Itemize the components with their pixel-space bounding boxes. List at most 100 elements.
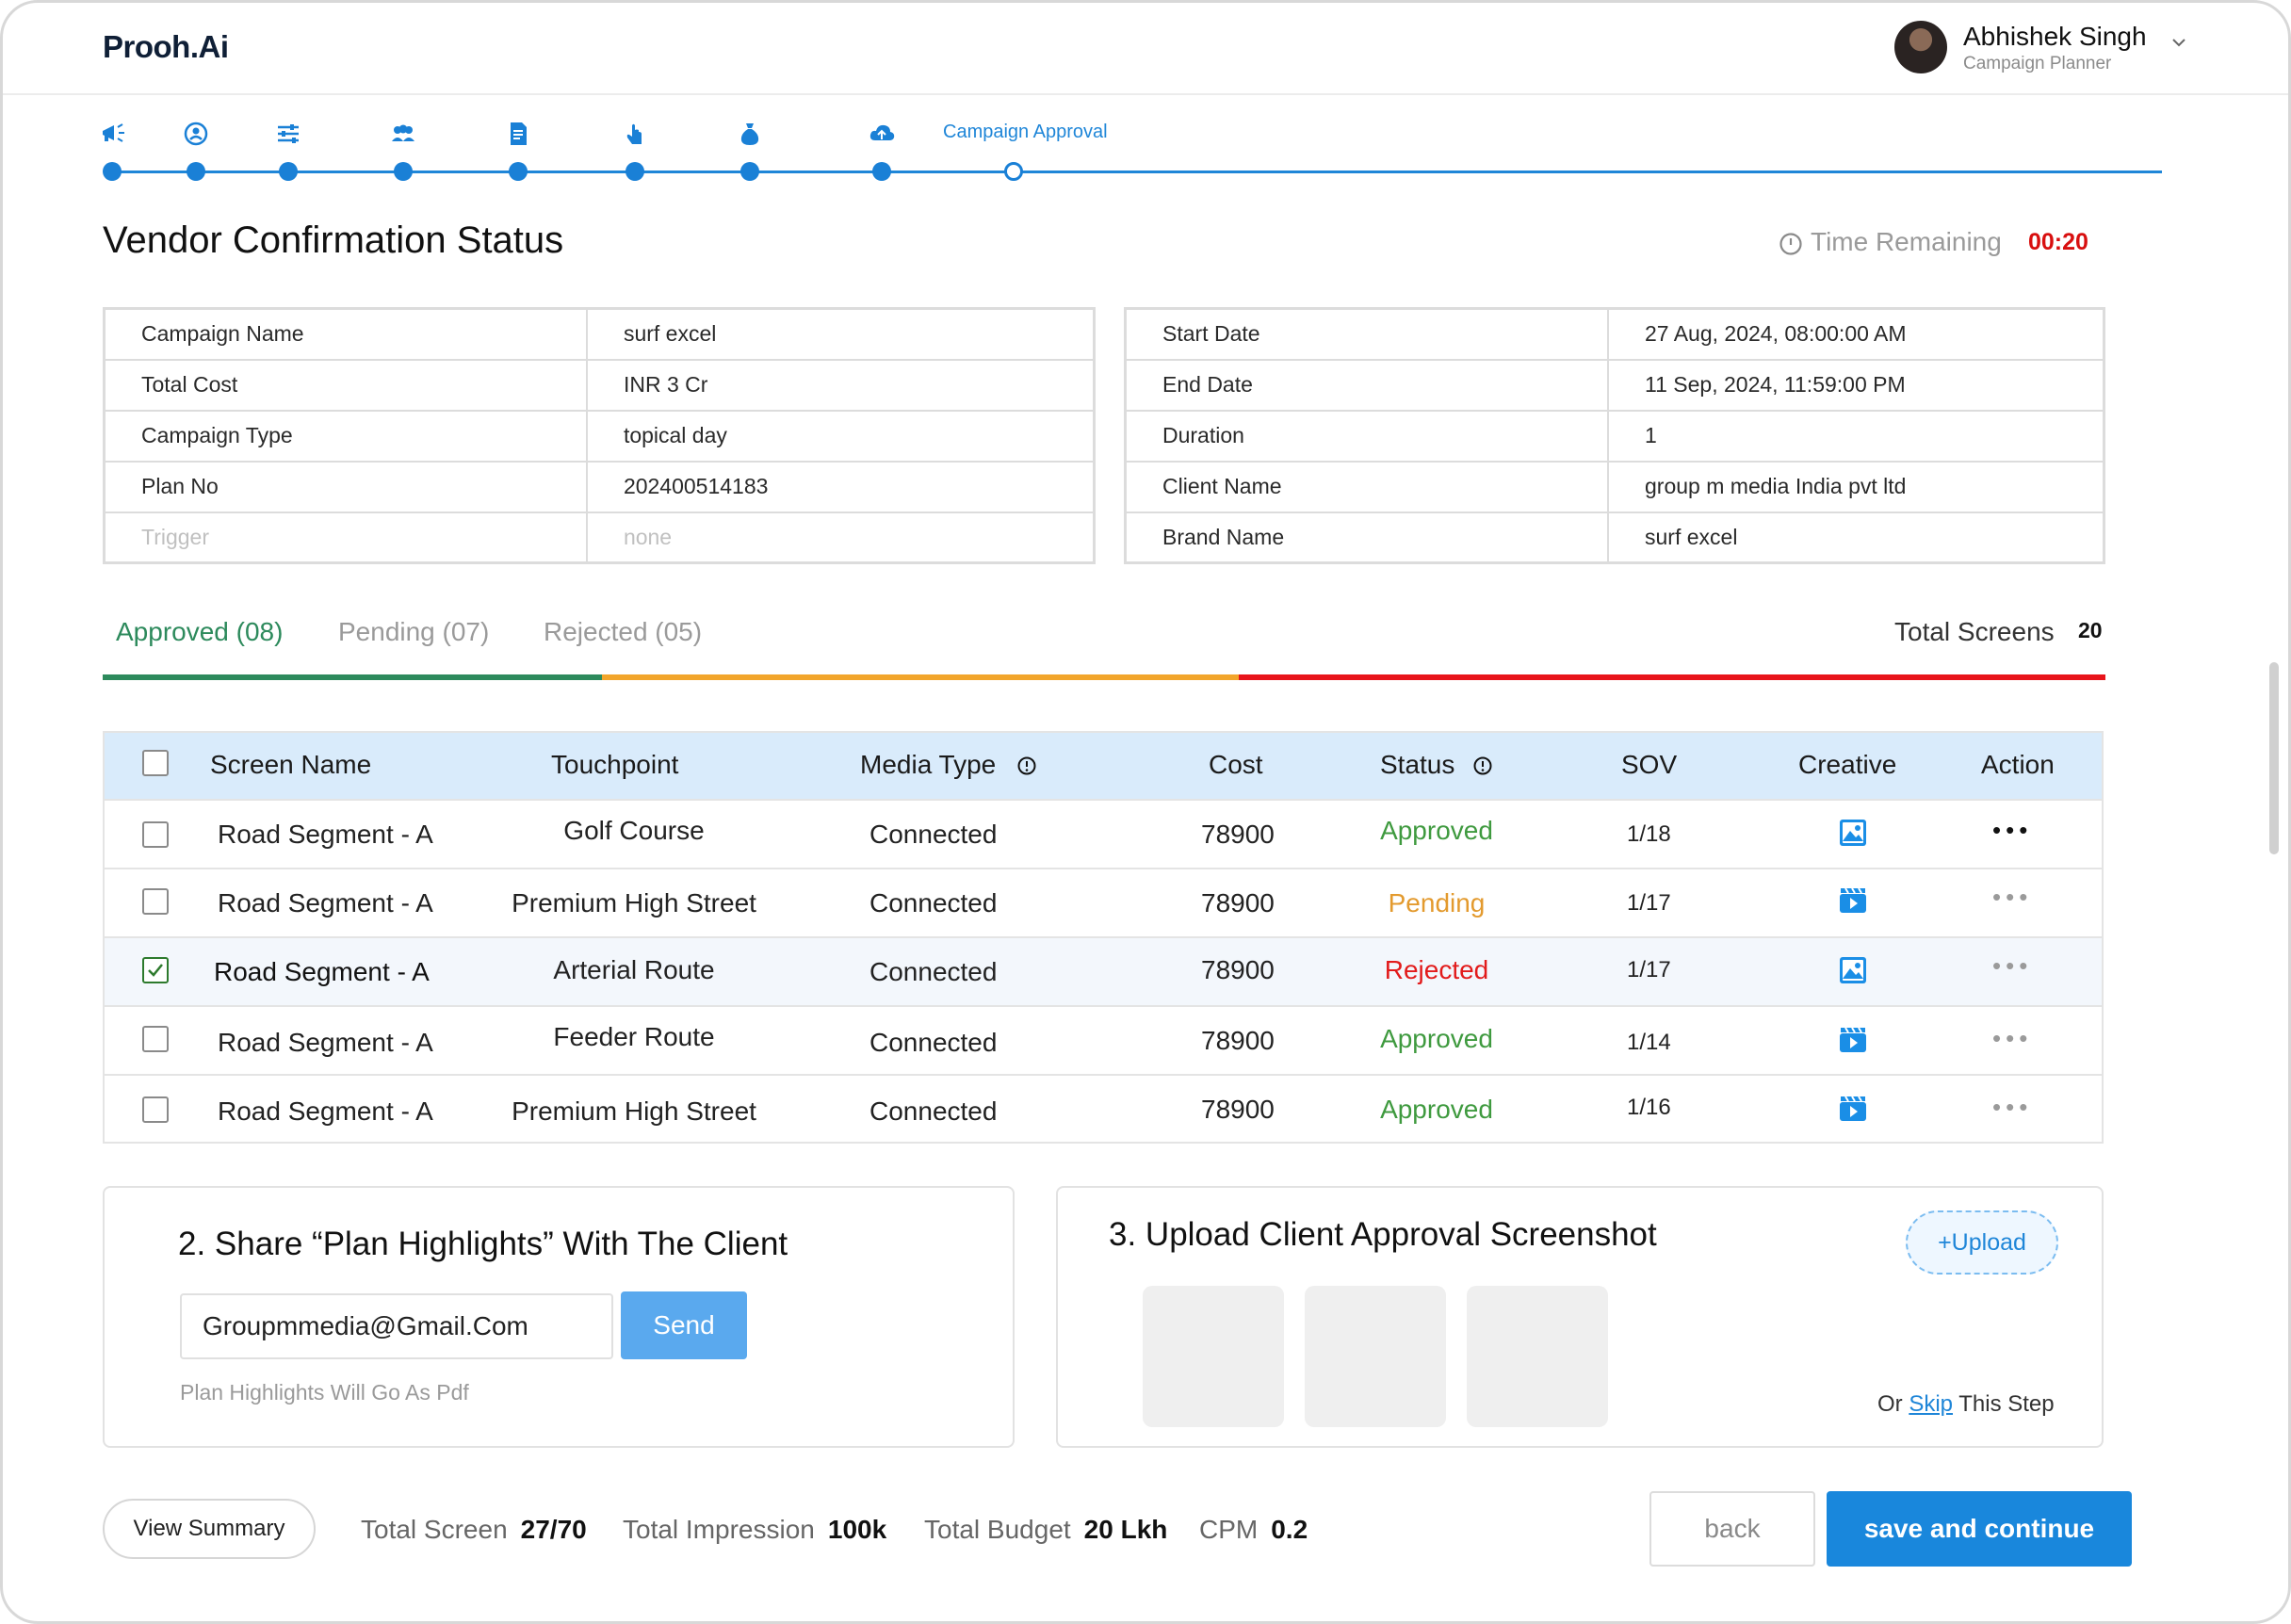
row-action-menu[interactable]: ••• — [1992, 816, 2032, 845]
screens-table: Screen Name Touchpoint Media Type Cost S… — [103, 731, 2104, 1144]
step-dot[interactable] — [740, 162, 759, 181]
top-bar: Prooh.Ai Abhishek Singh Campaign Planner — [3, 3, 2288, 95]
cost-cell: 78900 — [1201, 1026, 1275, 1055]
table-row[interactable]: Road Segment - A Premium High Street Con… — [105, 1074, 2102, 1143]
select-all-checkbox[interactable] — [142, 750, 169, 776]
row-checkbox[interactable] — [142, 888, 169, 915]
row-action-menu[interactable]: ••• — [1992, 883, 2032, 912]
row-checkbox[interactable] — [142, 1096, 169, 1123]
touchpoint-cell: Premium High Street — [512, 1096, 756, 1126]
upload-screenshot-panel: 3. Upload Client Approval Screenshot +Up… — [1056, 1186, 2104, 1448]
users-icon[interactable] — [389, 120, 417, 148]
save-and-continue-button[interactable]: save and continue — [1827, 1491, 2132, 1567]
status-badge: Rejected — [1384, 955, 1489, 984]
info-value: group m media India pvt ltd — [1607, 460, 2105, 513]
row-action-menu[interactable]: ••• — [1992, 1024, 2032, 1053]
video-icon[interactable] — [1838, 1024, 1868, 1054]
stat-value: 100k — [827, 1515, 887, 1544]
screen-name-cell: Road Segment - A — [218, 1028, 433, 1057]
info-value: INR 3 Cr — [585, 358, 1096, 412]
screenshot-placeholder[interactable] — [1305, 1286, 1446, 1427]
document-icon[interactable] — [504, 120, 532, 148]
screen-name-cell: Road Segment - A — [218, 1096, 433, 1126]
touchpoint-cell: Golf Course — [563, 816, 705, 845]
info-label: Campaign Type — [103, 409, 588, 463]
info-label: Campaign Name — [103, 307, 588, 361]
info-icon[interactable] — [1472, 755, 1493, 776]
info-row: Total Cost INR 3 Cr — [103, 358, 1096, 412]
user-menu[interactable]: Abhishek Singh Campaign Planner — [1894, 20, 2205, 78]
step-dot[interactable] — [187, 162, 205, 181]
screenshot-placeholder[interactable] — [1143, 1286, 1284, 1427]
info-row: End Date 11 Sep, 2024, 11:59:00 PM — [1124, 358, 2105, 412]
client-email-input[interactable] — [180, 1293, 613, 1359]
info-row: Duration 1 — [1124, 409, 2105, 463]
table-row[interactable]: Road Segment - A Golf Course Connected 7… — [105, 799, 2102, 868]
column-header[interactable]: Status — [1380, 750, 1454, 780]
step-label-campaign-approval[interactable]: Campaign Approval — [943, 122, 1108, 143]
row-checkbox[interactable] — [142, 1026, 169, 1052]
video-icon[interactable] — [1838, 1093, 1868, 1123]
column-header[interactable]: Screen Name — [210, 750, 371, 780]
tab-approved[interactable]: Approved (08) — [116, 617, 283, 647]
sov-cell: 1/14 — [1627, 1030, 1671, 1055]
send-button[interactable]: Send — [621, 1291, 747, 1359]
table-row[interactable]: Road Segment - A Premium High Street Con… — [105, 868, 2102, 936]
image-icon[interactable] — [1838, 955, 1868, 985]
step-dot[interactable] — [279, 162, 298, 181]
chevron-down-icon[interactable] — [2169, 33, 2188, 52]
row-action-menu[interactable]: ••• — [1992, 1093, 2032, 1122]
info-row: Client Name group m media India pvt ltd — [1124, 460, 2105, 513]
sliders-icon[interactable] — [274, 120, 302, 148]
step-dot[interactable] — [103, 162, 122, 181]
tab-rejected[interactable]: Rejected (05) — [544, 617, 702, 647]
avatar[interactable] — [1894, 21, 1947, 73]
step-dot[interactable] — [394, 162, 413, 181]
info-label: Brand Name — [1124, 511, 1610, 564]
stat-label: CPM — [1199, 1515, 1259, 1544]
column-header[interactable]: Cost — [1209, 750, 1263, 780]
status-badge: Approved — [1380, 1024, 1493, 1053]
touchpoint-cell: Feeder Route — [553, 1022, 715, 1051]
table-row[interactable]: Road Segment - A Feeder Route Connected … — [105, 1005, 2102, 1074]
info-icon[interactable] — [1016, 755, 1037, 776]
step-dot[interactable] — [872, 162, 891, 181]
pending-progress-bar — [602, 674, 1239, 680]
image-icon[interactable] — [1838, 818, 1868, 848]
user-name: Abhishek Singh — [1963, 22, 2147, 51]
column-header[interactable]: SOV — [1621, 750, 1677, 780]
skip-link[interactable]: Skip — [1909, 1391, 1953, 1417]
row-checkbox[interactable] — [142, 821, 169, 848]
row-action-menu[interactable]: ••• — [1992, 951, 2032, 981]
megaphone-icon[interactable] — [99, 120, 127, 148]
info-row: Campaign Name surf excel — [103, 307, 1096, 361]
touch-icon[interactable] — [621, 120, 649, 148]
info-value: none — [585, 511, 1096, 564]
column-header[interactable]: Action — [1981, 750, 2055, 780]
user-role: Campaign Planner — [1963, 54, 2112, 73]
media-type-cell: Connected — [869, 820, 998, 849]
moneybag-icon[interactable] — [736, 120, 764, 148]
row-checkbox-checked[interactable] — [142, 957, 169, 983]
column-header[interactable]: Touchpoint — [551, 750, 678, 780]
upload-button[interactable]: +Upload — [1906, 1210, 2058, 1275]
column-header[interactable]: Media Type — [860, 750, 996, 780]
time-remaining-value: 00:20 — [2028, 229, 2088, 255]
step-dot[interactable] — [509, 162, 528, 181]
column-header[interactable]: Creative — [1798, 750, 1896, 780]
tab-pending[interactable]: Pending (07) — [338, 617, 489, 647]
cpm-stat: CPM 0.2 — [1199, 1515, 1308, 1545]
back-button[interactable]: back — [1649, 1491, 1815, 1567]
cloud-upload-icon[interactable] — [868, 120, 896, 148]
step-dot[interactable] — [626, 162, 644, 181]
total-screens-label: Total Screens — [1894, 617, 2055, 646]
scrollbar[interactable] — [2269, 662, 2279, 854]
view-summary-button[interactable]: View Summary — [103, 1499, 316, 1559]
screenshot-placeholder[interactable] — [1467, 1286, 1608, 1427]
table-row-selected[interactable]: Road Segment - A Arterial Route Connecte… — [105, 936, 2102, 1005]
video-icon[interactable] — [1838, 885, 1868, 915]
app-logo[interactable]: Prooh.Ai — [103, 29, 229, 65]
target-icon[interactable] — [182, 120, 210, 148]
approved-progress-bar — [103, 674, 602, 680]
step-dot-current[interactable] — [1004, 162, 1023, 181]
